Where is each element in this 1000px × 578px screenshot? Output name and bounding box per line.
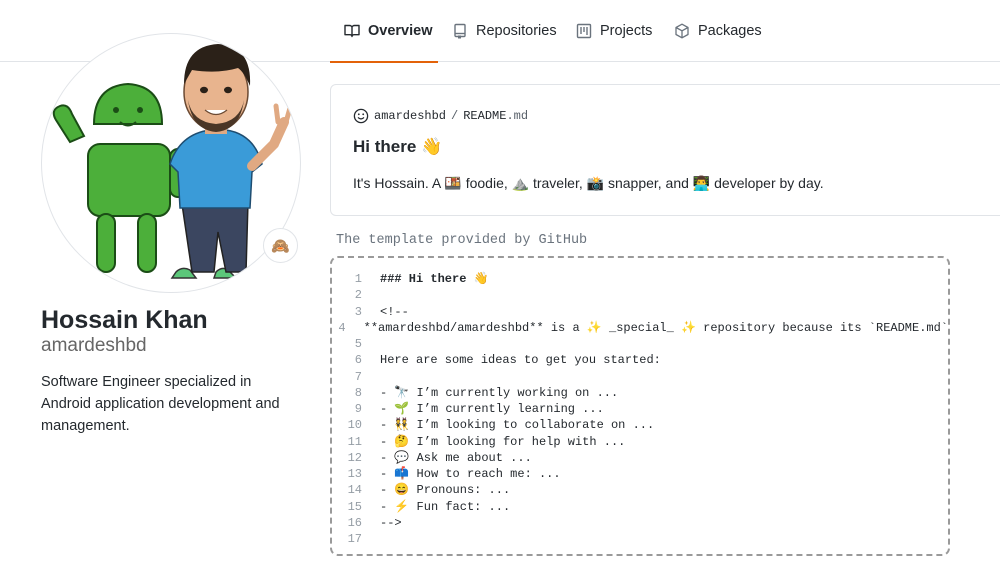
- code-line: 17: [332, 531, 948, 547]
- repo-icon: [452, 23, 468, 39]
- tab-repositories[interactable]: Repositories: [452, 0, 557, 62]
- line-number: 7: [354, 369, 362, 384]
- code-line: 8 - 🔭 I’m currently working on ...: [332, 385, 948, 401]
- readme-title: Hi there 👋: [353, 137, 443, 156]
- line-content: Here are some ideas to get you started:: [380, 353, 661, 368]
- line-number: 8: [354, 385, 362, 400]
- readme-card: amardeshbd / README.md Hi there 👋 It's H…: [330, 84, 1000, 216]
- code-line: 9 - 🌱 I’m currently learning ...: [332, 401, 948, 417]
- avatar[interactable]: [41, 33, 301, 293]
- line-number: 16: [347, 515, 362, 530]
- line-number: 4: [338, 320, 346, 335]
- line-content: [362, 369, 380, 385]
- code-line: 1 ### Hi there 👋: [332, 271, 948, 287]
- readme-file-link[interactable]: README.md: [463, 109, 528, 123]
- line-content: - 📫 How to reach me: ...: [380, 467, 561, 481]
- line-content: - 🤔 I’m looking for help with ...: [380, 434, 626, 449]
- readme-file-name: README: [463, 109, 507, 123]
- code-line: 14 - 😄 Pronouns: ...: [332, 482, 948, 498]
- tab-overview[interactable]: Overview: [330, 0, 438, 63]
- status-emoji-icon: 🙈: [271, 237, 290, 255]
- line-number: 15: [347, 499, 362, 514]
- code-line: 2: [332, 287, 948, 303]
- readme-owner-link[interactable]: amardeshbd: [374, 109, 446, 123]
- profile-login: amardeshbd: [41, 335, 147, 356]
- line-content: - 🔭 I’m currently working on ...: [380, 385, 619, 400]
- code-line: 11 - 🤔 I’m looking for help with ...: [332, 434, 948, 450]
- tab-packages[interactable]: Packages: [674, 0, 762, 62]
- code-line: 16 -->: [332, 515, 948, 531]
- line-content: - 🌱 I’m currently learning ...: [380, 402, 604, 416]
- line-content: - ⚡ Fun fact: ...: [380, 499, 511, 514]
- line-number: 11: [347, 434, 362, 449]
- code-line: 7: [332, 369, 948, 385]
- tab-projects[interactable]: Projects: [576, 0, 652, 62]
- book-icon: [344, 23, 360, 39]
- readme-file-ext: .md: [506, 109, 529, 123]
- profile-name: Hossain Khan: [41, 306, 208, 334]
- line-number: 9: [354, 402, 362, 416]
- android-robot-illustration: [52, 82, 187, 273]
- readme-text: It's Hossain. A 🍱 foodie, ⛰️ traveler, 📸…: [353, 175, 824, 191]
- project-icon: [576, 23, 592, 39]
- line-content: - 😄 Pronouns: ...: [380, 483, 511, 498]
- tab-label: Packages: [698, 23, 762, 39]
- tab-label: Repositories: [476, 23, 557, 39]
- code-block: 1 ### Hi there 👋 2 3 <!-- 4 **amardeshbd/amard…: [330, 256, 950, 556]
- line-number: 17: [347, 532, 362, 546]
- code-line: 3 <!--: [332, 304, 948, 320]
- line-content: -->: [380, 515, 402, 530]
- code-line: 6 Here are some ideas to get you started:: [332, 352, 948, 368]
- line-number: 2: [354, 288, 362, 303]
- tab-label: Overview: [368, 23, 433, 39]
- status-badge[interactable]: 🙈: [263, 228, 298, 263]
- readme-header: amardeshbd / README.md: [353, 108, 528, 124]
- tab-label: Projects: [600, 23, 653, 39]
- code-line: 12 - 💬 Ask me about ...: [332, 450, 948, 466]
- line-content: ### Hi there 👋: [380, 272, 489, 286]
- template-caption: The template provided by GitHub: [336, 233, 588, 248]
- code-line: 4 **amardeshbd/amardeshbd** is a ✨ _speci…: [332, 320, 948, 336]
- code-line: 10 - 👯 I’m looking to collaborate on ...: [332, 417, 948, 433]
- line-content: **amardeshbd/amardeshbd** is a ✨ _specia…: [363, 320, 948, 335]
- line-number: 12: [347, 450, 362, 465]
- line-number: 5: [354, 337, 362, 351]
- package-icon: [674, 23, 690, 39]
- profile-bio: Software Engineer specialized in Android…: [41, 374, 280, 434]
- line-content: - 💬 Ask me about ...: [380, 450, 532, 465]
- smiley-icon: [353, 108, 369, 124]
- line-number: 3: [354, 304, 362, 319]
- line-number: 10: [347, 418, 362, 433]
- line-content: [362, 336, 380, 352]
- line-content: [362, 287, 380, 303]
- line-number: 6: [354, 353, 362, 368]
- line-number: 1: [354, 272, 362, 286]
- line-number: 13: [347, 467, 362, 481]
- code-line: 15 - ⚡ Fun fact: ...: [332, 499, 948, 515]
- line-content: <!--: [380, 304, 409, 319]
- line-number: 14: [347, 483, 362, 498]
- path-separator: /: [451, 109, 459, 123]
- code-line: 5: [332, 336, 948, 352]
- line-content: - 👯 I’m looking to collaborate on ...: [380, 418, 655, 433]
- code-line: 13 - 📫 How to reach me: ...: [332, 466, 948, 482]
- line-content: [362, 531, 380, 547]
